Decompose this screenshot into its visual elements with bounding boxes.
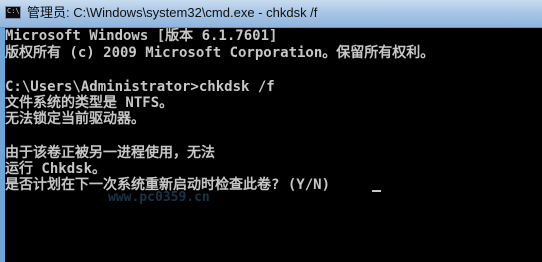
console-line-run-chkdsk: 运行 Chkdsk。 (5, 161, 107, 177)
console-line-version: Microsoft Windows [版本 6.1.7601] (5, 28, 278, 44)
cmd-window: C:\ 管理员: C:\Windows\system32\cmd.exe - c… (0, 0, 542, 262)
console-line-in-use: 由于该卷正被另一进程使用，无法 (5, 145, 215, 161)
console-line-lock-error: 无法锁定当前驱动器。 (5, 111, 145, 127)
console-line-filesystem: 文件系统的类型是 NTFS。 (5, 95, 174, 111)
console-line-copyright: 版权所有 (c) 2009 Microsoft Corporation。保留所有… (5, 45, 435, 61)
text-cursor (372, 190, 381, 192)
window-title: 管理员: C:\Windows\system32\cmd.exe - chkds… (27, 5, 318, 20)
title-bar[interactable]: C:\ 管理员: C:\Windows\system32\cmd.exe - c… (0, 0, 542, 28)
console-line-command: C:\Users\Administrator>chkdsk /f (5, 79, 275, 95)
cmd-icon[interactable]: C:\ (5, 6, 21, 19)
watermark: www.pc0359.cn (108, 190, 210, 205)
console-area[interactable]: Microsoft Windows [版本 6.1.7601] 版权所有 (c)… (5, 28, 542, 262)
